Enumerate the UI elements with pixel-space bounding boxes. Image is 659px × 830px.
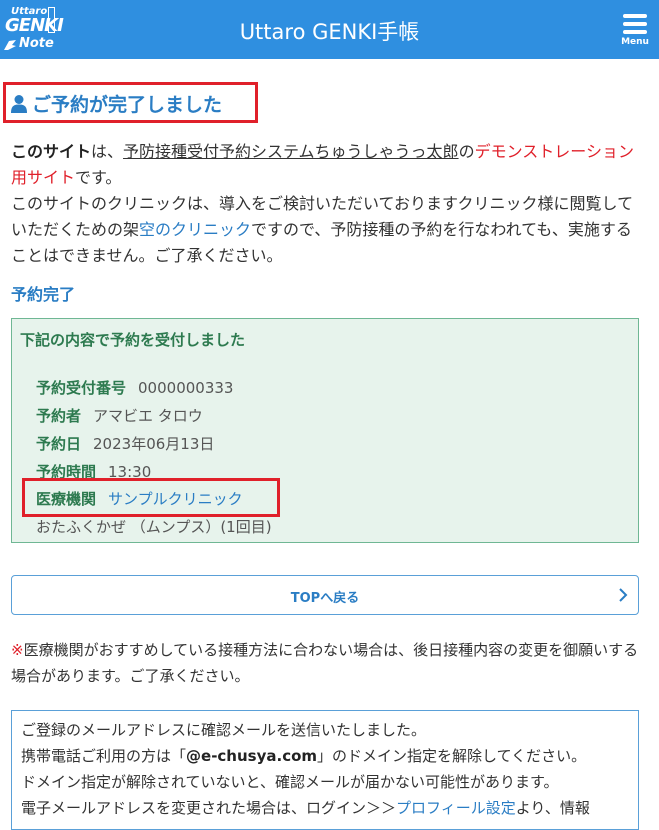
hamburger-icon [621, 14, 649, 34]
row-value: 0000000333 [138, 379, 234, 397]
mail-line2: 携帯電話ご利用の方は「@e-chusya.com」のドメイン指定を解除してくださ… [21, 745, 586, 766]
row-key: 予約日 [36, 435, 82, 453]
mail-line2-a: 携帯電話ご利用の方は「 [21, 747, 187, 765]
mail-line2-c: 」のドメイン指定を解除してください。 [317, 747, 587, 765]
notice-mark: ※ [11, 641, 24, 659]
row-key: 予約受付番号 [36, 379, 127, 397]
system-link[interactable]: 予防接種受付予約システムちゅうしゃうっ太郎 [123, 142, 459, 161]
mail-notice-box: ご登録のメールアドレスに確認メールを送信いたしました。 携帯電話ご利用の方は「@… [11, 710, 639, 830]
mail-line1: ご登録のメールアドレスに確認メールを送信いたしました。 [21, 721, 427, 739]
row-value: 2023年06月13日 [93, 435, 215, 453]
chevron-right-icon [619, 588, 628, 602]
app-header: Uttaro GENKI Note Uttaro GENKI手帳 Menu [0, 0, 659, 59]
row-clinic: 医療機関 サンプルクリニック [36, 488, 243, 509]
notice-body: 医療機関がおすすめしている接種方法に合わない場合は、後日接種内容の変更を御願いす… [11, 641, 639, 685]
intro-bold: このサイト [11, 142, 92, 161]
row-reservation-number: 予約受付番号 0000000333 [36, 377, 233, 398]
page-title-text: ご予約が完了しました [32, 94, 223, 116]
fictional-clinic-text: 空のクリニック [139, 220, 252, 239]
vaccine-name: おたふくかぜ （ムンプス）(1回目) [36, 518, 272, 536]
row-vaccine: おたふくかぜ （ムンプス）(1回目) [36, 516, 272, 537]
reservation-panel: 下記の内容で予約を受付しました 予約受付番号 0000000333 予約者 アマビエ… [11, 318, 639, 543]
back-to-top-label: TOPへ戻る [290, 591, 360, 606]
menu-button[interactable]: Menu [621, 14, 649, 47]
intro-text-b: の [458, 142, 475, 161]
profile-settings-link[interactable]: プロフィール設定 [396, 799, 516, 817]
section-title: 予約完了 [11, 285, 76, 304]
app-title: Uttaro GENKI手帳 [239, 20, 420, 44]
intro-text-c: です。 [75, 168, 122, 187]
notice-text: ※医療機関がおすすめしている接種方法に合わない場合は、後日接種内容の変更を御願い… [11, 637, 641, 689]
mail-line4-c: より、情報 [515, 799, 590, 817]
row-reserver: 予約者 アマビエ タロウ [36, 405, 203, 426]
person-icon [11, 94, 27, 113]
mail-line4-a: 電子メールアドレスを変更された場合は、ログイン＞＞ [21, 799, 397, 817]
panel-title: 下記の内容で予約を受付しました [20, 331, 246, 349]
back-to-top-button[interactable]: TOPへ戻る [11, 575, 639, 615]
intro-text-a: は、 [91, 142, 124, 161]
menu-label: Menu [621, 37, 649, 47]
row-key: 医療機関 [36, 490, 97, 508]
page-title: ご予約が完了しました [10, 90, 222, 117]
mail-line4: 電子メールアドレスを変更された場合は、ログイン＞＞プロフィール設定より、情報 [21, 797, 590, 818]
row-date: 予約日 2023年06月13日 [36, 433, 214, 454]
domain-text: @e-chusya.com [186, 747, 318, 765]
clinic-link[interactable]: サンプルクリニック [108, 490, 243, 508]
row-value: アマビエ タロウ [93, 407, 203, 425]
intro-text: このサイトは、予防接種受付予約システムちゅうしゃうっ太郎のデモンストレーション用… [11, 139, 641, 269]
mail-line3: ドメイン指定が解除されていないと、確認メールが届かない可能性があります。 [21, 773, 559, 791]
row-key: 予約者 [36, 407, 82, 425]
